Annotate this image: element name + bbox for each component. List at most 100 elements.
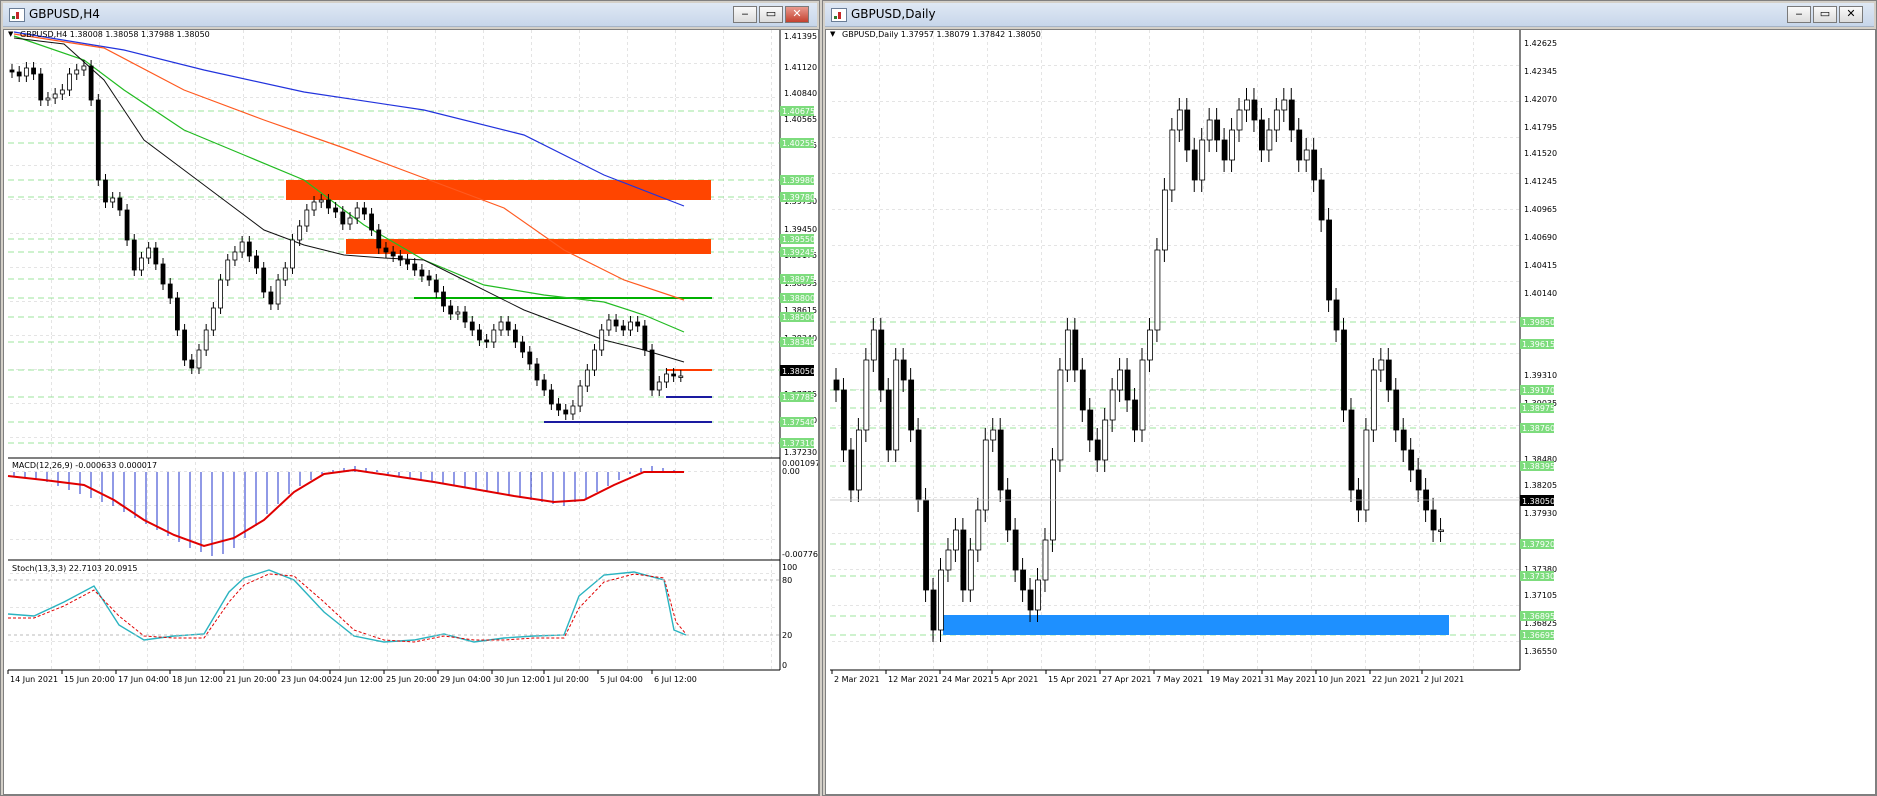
candle-body [1012,529,1019,571]
candle-body [678,375,684,378]
candle-body [1102,419,1109,461]
candle-body [347,217,353,225]
candle-body [1087,409,1094,441]
price-tick: 1.37930 [1524,509,1557,518]
candle-body [1303,149,1310,161]
level-tag-text: 1.38975 [1522,404,1555,413]
h4-chart-canvas[interactable]: 1.413951.411201.408401.405651.402851.397… [4,30,818,794]
candle-body [282,267,288,281]
candle-body [45,97,51,101]
candle-body [462,311,468,323]
stoch-tick: 100 [782,563,797,572]
time-tick: 29 Jun 04:00 [440,675,491,684]
time-tick: 6 Jul 12:00 [654,675,697,684]
candle-body [254,255,259,269]
minimize-button[interactable]: ‒ [733,6,757,23]
candle-body [31,67,36,75]
candle-body [1266,129,1273,151]
candle-body [1057,369,1064,461]
candle-body [1176,109,1183,131]
chart-window-icon [9,8,25,22]
level-tag-text: 1.38500 [782,313,815,322]
candle-body [1042,539,1049,581]
h4-info-line: GBPUSD,H4 1.38008 1.38058 1.37988 1.3805… [20,30,210,39]
candle-body [340,211,346,225]
candle-body [167,283,173,299]
candle-body [1438,529,1444,532]
candle-body [620,325,626,331]
level-tag-text: 1.38800 [782,294,815,303]
level-tag-text: 1.38760 [1522,424,1555,433]
candle-body [477,329,482,341]
price-tick: 1.40140 [1524,289,1557,298]
candle-body [232,251,238,261]
candle-body [1199,139,1206,181]
candle-body [448,305,454,315]
candle-body [491,329,497,343]
time-tick: 10 Jun 2021 [1318,675,1366,684]
dropdown-arrow-icon[interactable]: ▼ [8,30,14,38]
resistance-zone-upper[interactable] [286,180,711,200]
candle-body [297,225,303,241]
daily-window-title: GBPUSD,Daily [851,7,936,21]
candle-body [870,329,877,361]
support-zone[interactable] [943,615,1449,635]
dropdown-arrow-icon[interactable]: ▼ [830,30,836,38]
candle-body [182,329,187,361]
restore-button[interactable]: ▭ [759,6,783,23]
candle-body [124,209,130,241]
candle-body [1079,369,1086,411]
candle-body [59,89,65,95]
candle-body [563,409,569,415]
candle-body [1191,149,1198,181]
price-tick: 1.41120 [784,63,817,72]
candle-body [225,259,231,281]
level-tag-text: 1.36695 [1522,631,1555,640]
candle-body [1415,469,1422,491]
time-tick: 25 Jun 20:00 [386,675,437,684]
daily-chart-area[interactable]: 1.42625 1.42345 1.42070 1.41795 1.41520 1.412… [825,29,1876,795]
time-tick: 5 Jul 04:00 [600,675,643,684]
candle-body [1318,179,1325,221]
level-tag-text: 1.38395 [1522,462,1555,471]
h4-time-axis: 14 Jun 2021 15 Jun 20:00 17 Jun 04:00 18 Ju… [7,670,697,684]
candle-body [606,319,612,331]
h4-chart-area[interactable]: 1.413951.411201.408401.405651.402851.397… [3,29,819,795]
candle-body [333,207,339,213]
candle-body [1408,449,1415,471]
candle-body [412,263,418,271]
macd-label: MACD(12,26,9) -0.000633 0.000017 [12,461,157,470]
candle-body [1378,359,1385,371]
candle-body [1400,429,1407,451]
candle-body [189,359,195,369]
candle-body [841,389,847,451]
h4-level-labels: 1.40675 1.40255 1.39980 1.39780 1.39550 1.392… [780,106,815,448]
h4-title-bar[interactable]: GBPUSD,H4 ‒ ▭ ✕ [3,3,817,27]
candle-body [1363,429,1370,511]
price-tick: 1.42625 [1524,39,1557,48]
candle-body [1251,99,1258,121]
candle-body [900,359,907,381]
current-price-label: 1.38050 [1522,497,1555,506]
candle-body [967,549,974,591]
close-button[interactable]: ✕ [1839,6,1863,23]
daily-chart-canvas[interactable]: 1.42625 1.42345 1.42070 1.41795 1.41520 1.412… [826,30,1875,794]
candle-body [1005,489,1012,531]
time-tick: 15 Jun 20:00 [64,675,115,684]
time-tick: 19 May 2021 [1210,675,1262,684]
candle-body [139,257,144,271]
candle-body [1221,139,1228,161]
candle-body [318,199,324,203]
daily-title-bar[interactable]: GBPUSD,Daily ‒ ▭ ✕ [825,3,1874,27]
candle-body [1288,99,1295,131]
candle-body [160,263,166,285]
restore-button[interactable]: ▭ [1813,6,1837,23]
minimize-button[interactable]: ‒ [1787,6,1811,23]
level-tag-text: 1.36895 [1522,612,1555,621]
price-tick: 1.42070 [1524,95,1557,104]
close-button[interactable]: ✕ [785,6,809,23]
candle-body [38,73,44,101]
time-tick: 24 Mar 2021 [942,675,993,684]
candle-body [570,405,576,415]
time-tick: 27 Apr 2021 [1102,675,1151,684]
